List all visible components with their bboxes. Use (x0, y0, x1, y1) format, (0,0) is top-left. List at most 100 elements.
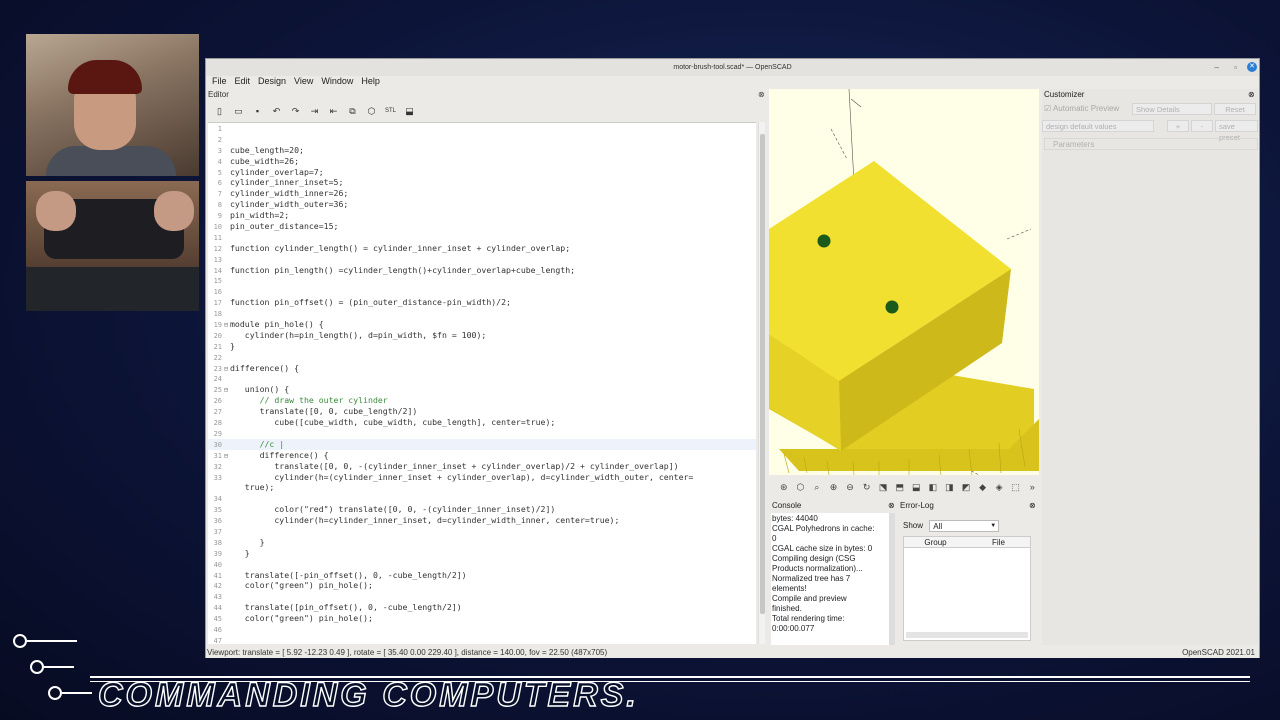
preview-icon[interactable]: ⧉ (345, 104, 360, 118)
undo-icon[interactable]: ↶ (269, 104, 284, 118)
code-line[interactable]: 41 translate([-pin_offset(), 0, -cube_le… (208, 570, 756, 581)
code-line[interactable]: 12 function cylinder_length() = cylinder_… (208, 243, 756, 254)
code-line[interactable]: 7 cylinder_width_inner=26; (208, 188, 756, 199)
code-line[interactable]: 40 (208, 559, 756, 570)
code-line[interactable]: true); (208, 482, 756, 493)
code-line[interactable]: 2 (208, 134, 756, 145)
code-line[interactable]: 21} (208, 341, 756, 352)
editor-scrollbar[interactable] (758, 122, 765, 644)
view-center-icon[interactable]: ◈ (992, 480, 1006, 495)
save-icon[interactable]: ▪ (250, 104, 265, 118)
code-line[interactable]: 28 cube([cube_width, cube_width, cube_le… (208, 417, 756, 428)
code-line[interactable]: 6 cylinder_inner_inset=5; (208, 177, 756, 188)
code-line[interactable]: 9 pin_width=2; (208, 210, 756, 221)
view-back-icon[interactable]: ◩ (959, 480, 973, 495)
preset-select[interactable]: design default values (1042, 120, 1154, 132)
code-line[interactable]: 36 cylinder(h=cylinder_inner_inset, d=cy… (208, 515, 756, 526)
code-line[interactable]: 14 function pin_length() =cylinder_length… (208, 265, 756, 276)
code-line[interactable]: 24 (208, 373, 756, 384)
code-line[interactable]: 45 color("green") pin_hole(); (208, 613, 756, 624)
orthogonal-icon[interactable]: » (1025, 480, 1039, 495)
console-close-icon[interactable]: ⊗ (888, 500, 895, 511)
column-group-header[interactable]: Group (904, 537, 967, 547)
menu-item-view[interactable]: View (294, 76, 313, 86)
zoom-in-icon[interactable]: ⊕ (827, 480, 841, 495)
save-preset-button[interactable]: save preset (1215, 120, 1258, 142)
code-line[interactable]: 5 cylinder_overlap=7; (208, 167, 756, 178)
column-file-header[interactable]: File (967, 537, 1030, 547)
code-line[interactable]: 1 (208, 123, 756, 134)
code-line[interactable]: 30 //c | (208, 438, 756, 450)
code-line[interactable]: 4 cube_width=26; (208, 156, 756, 167)
view-right-icon[interactable]: ⬔ (876, 480, 890, 495)
view-diagonal-icon[interactable]: ◆ (976, 480, 990, 495)
open-icon[interactable]: ▭ (231, 104, 246, 118)
code-line[interactable]: 29 (208, 428, 756, 439)
reset-button[interactable]: Reset (1214, 103, 1256, 115)
unindent-icon[interactable]: ⇤ (326, 104, 341, 118)
code-line[interactable]: 15 (208, 275, 756, 286)
code-line[interactable]: 19 ⊟ module pin_hole() { (208, 319, 756, 330)
code-line[interactable]: 22 (208, 352, 756, 363)
maximize-button[interactable]: ▫ (1234, 59, 1237, 76)
menu-item-file[interactable]: File (212, 76, 227, 86)
zoom-all-icon[interactable]: ⌕ (810, 480, 824, 495)
remove-preset-button[interactable]: - (1191, 120, 1213, 132)
code-line[interactable]: 37 (208, 526, 756, 537)
code-line[interactable]: 8 cylinder_width_outer=36; (208, 199, 756, 210)
code-line[interactable]: 23 ⊟ difference() { (208, 363, 756, 374)
preview-icon[interactable]: ⊛ (777, 480, 791, 495)
error-log-hscroll[interactable] (906, 632, 1028, 638)
code-line[interactable]: 10 pin_outer_distance=15; (208, 221, 756, 232)
menu-item-edit[interactable]: Edit (235, 76, 251, 86)
code-line[interactable]: 34 (208, 493, 756, 504)
customizer-close-icon[interactable]: ⊗ (1248, 89, 1255, 100)
parameters-section[interactable]: Parameters (1044, 138, 1258, 150)
code-line[interactable]: 38 } (208, 537, 756, 548)
code-line[interactable]: 3 cube_length=20; (208, 145, 756, 156)
code-line[interactable]: 17 function pin_offset() = (pin_outer_dis… (208, 297, 756, 308)
error-log-close-icon[interactable]: ⊗ (1029, 500, 1036, 511)
view-front-icon[interactable]: ◨ (943, 480, 957, 495)
code-line[interactable]: 39 } (208, 548, 756, 559)
minimize-button[interactable]: – (1215, 59, 1219, 76)
indent-icon[interactable]: ⇥ (307, 104, 322, 118)
code-line[interactable]: 31 ⊟ difference() { (208, 450, 756, 461)
3d-viewport[interactable] (769, 89, 1039, 475)
code-line[interactable]: 11 (208, 232, 756, 243)
editor-scrollbar-thumb[interactable] (760, 134, 765, 614)
menu-item-help[interactable]: Help (361, 76, 380, 86)
code-line[interactable]: 47 (208, 635, 756, 644)
code-line[interactable]: 44 translate([pin_offset(), 0, -cube_len… (208, 602, 756, 613)
code-line[interactable]: 18 (208, 308, 756, 319)
code-line[interactable]: 42 color("green") pin_hole(); (208, 580, 756, 591)
code-line[interactable]: 46 (208, 624, 756, 635)
show-filter-select[interactable]: All ▼ (929, 520, 1000, 532)
code-line[interactable]: 35 color("red") translate([0, 0, -(cylin… (208, 504, 756, 515)
close-window-button[interactable]: ✕ (1247, 62, 1257, 72)
code-line[interactable]: 27 translate([0, 0, cube_length/2]) (208, 406, 756, 417)
code-line[interactable]: 13 (208, 254, 756, 265)
redo-icon[interactable]: ↷ (288, 104, 303, 118)
render-icon[interactable]: ⬡ (364, 104, 379, 118)
zoom-out-icon[interactable]: ⊖ (843, 480, 857, 495)
render-icon[interactable]: ⬡ (794, 480, 808, 495)
code-line[interactable]: 32 translate([0, 0, -(cylinder_inner_ins… (208, 461, 756, 472)
perspective-icon[interactable]: ⬚ (1009, 480, 1023, 495)
code-line[interactable]: 26 // draw the outer cylinder (208, 395, 756, 406)
show-details-select[interactable]: Show Details (1132, 103, 1212, 115)
code-line[interactable]: 20 cylinder(h=pin_length(), d=pin_width,… (208, 330, 756, 341)
code-line[interactable]: 43 (208, 591, 756, 602)
new-icon[interactable]: ▯ (212, 104, 227, 118)
view-top-icon[interactable]: ⬒ (893, 480, 907, 495)
auto-preview-checkbox[interactable]: ☑ (1044, 104, 1051, 113)
code-line[interactable]: 16 (208, 286, 756, 297)
code-line[interactable]: 33 cylinder(h=(cylinder_inner_inset + cy… (208, 472, 756, 483)
code-line[interactable]: 25 ⊟ union() { (208, 384, 756, 395)
menu-item-design[interactable]: Design (258, 76, 286, 86)
view-left-icon[interactable]: ◧ (926, 480, 940, 495)
view-bottom-icon[interactable]: ⬓ (910, 480, 924, 495)
editor-close-icon[interactable]: ⊗ (758, 90, 765, 99)
add-preset-button[interactable]: + (1167, 120, 1189, 132)
code-editor[interactable]: 1 2 3 cube_length=20; 4 cube_width=26; 5 cylind… (208, 122, 756, 644)
